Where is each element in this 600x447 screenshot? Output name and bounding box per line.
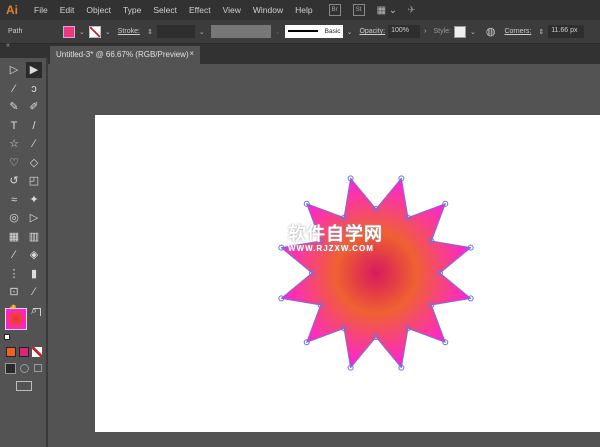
watermark: 软件自学网 WWW.RJZXW.COM	[288, 220, 383, 253]
watermark-url: WWW.RJZXW.COM	[288, 244, 374, 253]
watermark-cn: 软件自学网	[288, 224, 383, 244]
